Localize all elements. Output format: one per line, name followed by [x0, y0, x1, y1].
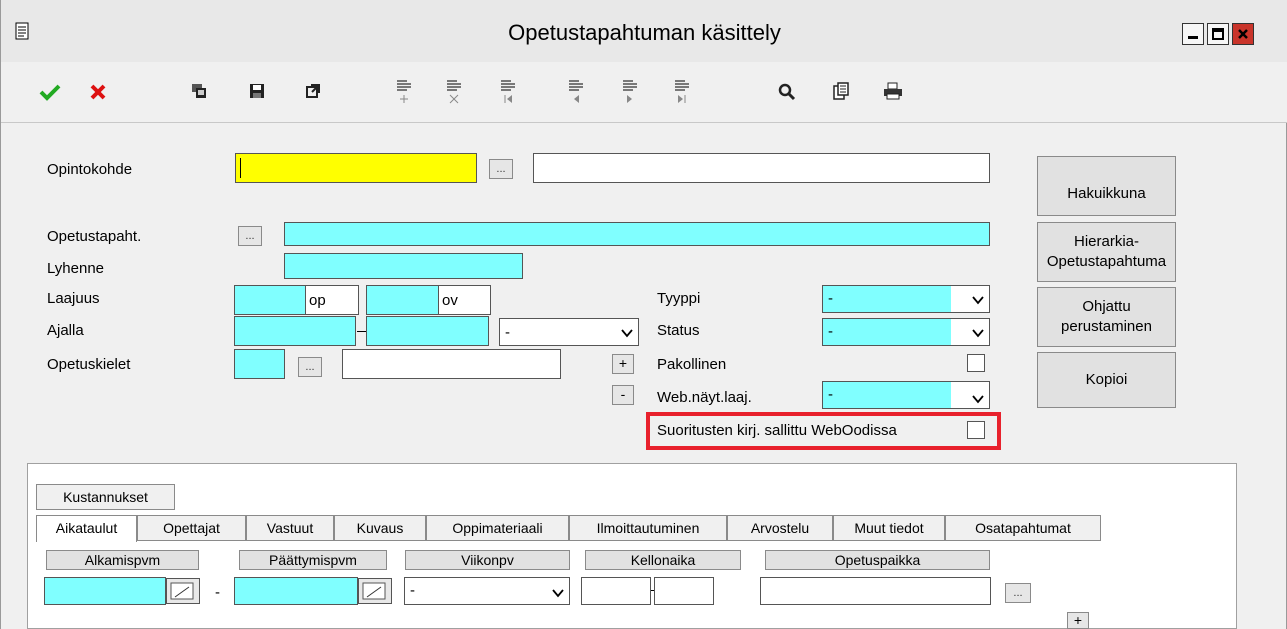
kellonaika-header[interactable]: Kellonaika [585, 550, 741, 570]
viikonpv-header[interactable]: Viikonpv [405, 550, 570, 570]
ajalla-end-input[interactable] [366, 316, 489, 346]
ohjattu-perustaminen-button[interactable]: Ohjattu perustaminen [1037, 287, 1176, 347]
tyyppi-label: Tyyppi [657, 290, 701, 307]
record-first-icon[interactable] [499, 78, 517, 106]
opetustapaht-lookup-button[interactable]: ... [238, 226, 262, 246]
status-label: Status [657, 322, 700, 339]
toolbar [1, 62, 1287, 123]
chevron-down-icon [972, 329, 984, 338]
calendar-icon[interactable] [358, 578, 392, 604]
chevron-down-icon [972, 395, 984, 404]
laajuus-label: Laajuus [47, 290, 100, 307]
opintokohde-name-field [533, 153, 990, 183]
laajuus-op-unit: op [305, 285, 359, 315]
laajuus-ov-input[interactable] [366, 285, 439, 315]
document-icon[interactable] [833, 82, 849, 100]
kopioi-button[interactable]: Kopioi [1037, 352, 1176, 408]
copy-icon[interactable] [191, 83, 207, 99]
kellonaika-start-input[interactable] [581, 577, 651, 605]
window-title: Opetustapahtuman käsittely [508, 20, 781, 45]
chevron-down-icon [552, 589, 564, 598]
web-nayt-label: Web.näyt.laaj. [657, 389, 752, 406]
opetustapaht-label: Opetustapaht. [47, 228, 142, 245]
alkamispvm-input[interactable] [44, 577, 166, 605]
tab-opettajat[interactable]: Opettajat [137, 515, 246, 541]
opetuskielet-remove-button[interactable]: - [612, 385, 634, 405]
opetuskielet-list-field [342, 349, 561, 379]
status-select[interactable]: - [822, 318, 990, 346]
cross-icon[interactable] [89, 83, 107, 101]
opetuskielet-lookup-button[interactable]: ... [298, 357, 322, 377]
lyhenne-label: Lyhenne [47, 260, 104, 277]
alkamispvm-header[interactable]: Alkamispvm [46, 550, 199, 570]
suoritusten-checkbox[interactable] [967, 421, 985, 439]
save-icon[interactable] [249, 83, 265, 99]
lyhenne-input[interactable] [284, 253, 523, 279]
record-prev-icon[interactable] [567, 78, 585, 106]
opetuskielet-code-input[interactable] [234, 349, 285, 379]
schedule-add-button[interactable]: + [1067, 612, 1089, 629]
laajuus-ov-unit: ov [438, 285, 491, 315]
kellonaika-end-input[interactable] [654, 577, 714, 605]
ajalla-start-input[interactable] [234, 316, 356, 346]
hierarkia-button[interactable]: Hierarkia- Opetustapahtuma [1037, 222, 1176, 282]
tab-kustannukset[interactable]: Kustannukset [36, 484, 175, 510]
tab-ilmoittautuminen[interactable]: Ilmoittautuminen [569, 515, 727, 541]
laajuus-op-input[interactable] [234, 285, 306, 315]
opintokohde-lookup-button[interactable]: ... [489, 159, 513, 179]
pakollinen-checkbox[interactable] [967, 354, 985, 372]
ajalla-dash [357, 331, 366, 332]
pakollinen-label: Pakollinen [657, 356, 727, 373]
opintokohde-input[interactable] [235, 153, 477, 183]
maximize-icon[interactable] [1207, 23, 1229, 45]
chevron-down-icon [972, 296, 984, 305]
date-range-dash: - [215, 584, 220, 601]
calendar-icon[interactable] [166, 578, 200, 604]
tab-aikataulut[interactable]: Aikataulut [36, 515, 137, 542]
opetuskielet-label: Opetuskielet [47, 356, 131, 373]
opetuskielet-add-button[interactable]: + [612, 354, 634, 374]
tab-oppimateriaali[interactable]: Oppimateriaali [426, 515, 569, 541]
opintokohde-label: Opintokohde [47, 161, 133, 178]
record-next-icon[interactable] [621, 78, 639, 106]
tab-muut-tiedot[interactable]: Muut tiedot [833, 515, 945, 541]
opetustapaht-input[interactable] [284, 222, 990, 246]
tab-osatapahtumat[interactable]: Osatapahtumat [945, 515, 1101, 541]
status-select-fill [823, 319, 951, 345]
tab-kuvaus[interactable]: Kuvaus [334, 515, 426, 541]
hakuikkuna-button[interactable]: Hakuikkuna [1037, 156, 1176, 216]
opetuspaikka-input[interactable] [760, 577, 991, 605]
tab-vastuut[interactable]: Vastuut [246, 515, 334, 541]
text-caret [240, 158, 241, 178]
web-nayt-select-fill [823, 382, 951, 408]
minimize-icon[interactable] [1182, 23, 1204, 45]
chevron-down-icon [621, 329, 633, 338]
tab-arvostelu[interactable]: Arvostelu [727, 515, 833, 541]
suoritusten-label: Suoritusten kirj. sallittu WebOodissa [657, 422, 897, 439]
paattymispvm-input[interactable] [234, 577, 358, 605]
record-last-icon[interactable] [673, 78, 691, 106]
record-add-icon[interactable] [395, 78, 413, 106]
checkmark-icon[interactable] [39, 83, 61, 101]
tyyppi-select[interactable]: - [822, 285, 990, 313]
print-icon[interactable] [883, 82, 903, 100]
search-icon[interactable] [778, 83, 796, 101]
export-icon[interactable] [305, 83, 321, 99]
record-delete-icon[interactable] [445, 78, 463, 106]
paattymispvm-header[interactable]: Päättymispvm [239, 550, 387, 570]
opetuspaikka-header[interactable]: Opetuspaikka [765, 550, 990, 570]
title-bar: Opetustapahtuman käsittely [1, 0, 1287, 62]
application-window: Opetustapahtuman käsittely Opintokohde .… [0, 0, 1287, 629]
close-icon[interactable] [1232, 23, 1254, 45]
opetuspaikka-lookup-button[interactable]: ... [1005, 583, 1031, 603]
viikonpv-select[interactable]: - [404, 577, 570, 605]
web-nayt-select[interactable]: - [822, 381, 990, 409]
ajalla-select[interactable]: - [499, 318, 639, 346]
ajalla-label: Ajalla [47, 322, 84, 339]
tyyppi-select-fill [823, 286, 951, 312]
